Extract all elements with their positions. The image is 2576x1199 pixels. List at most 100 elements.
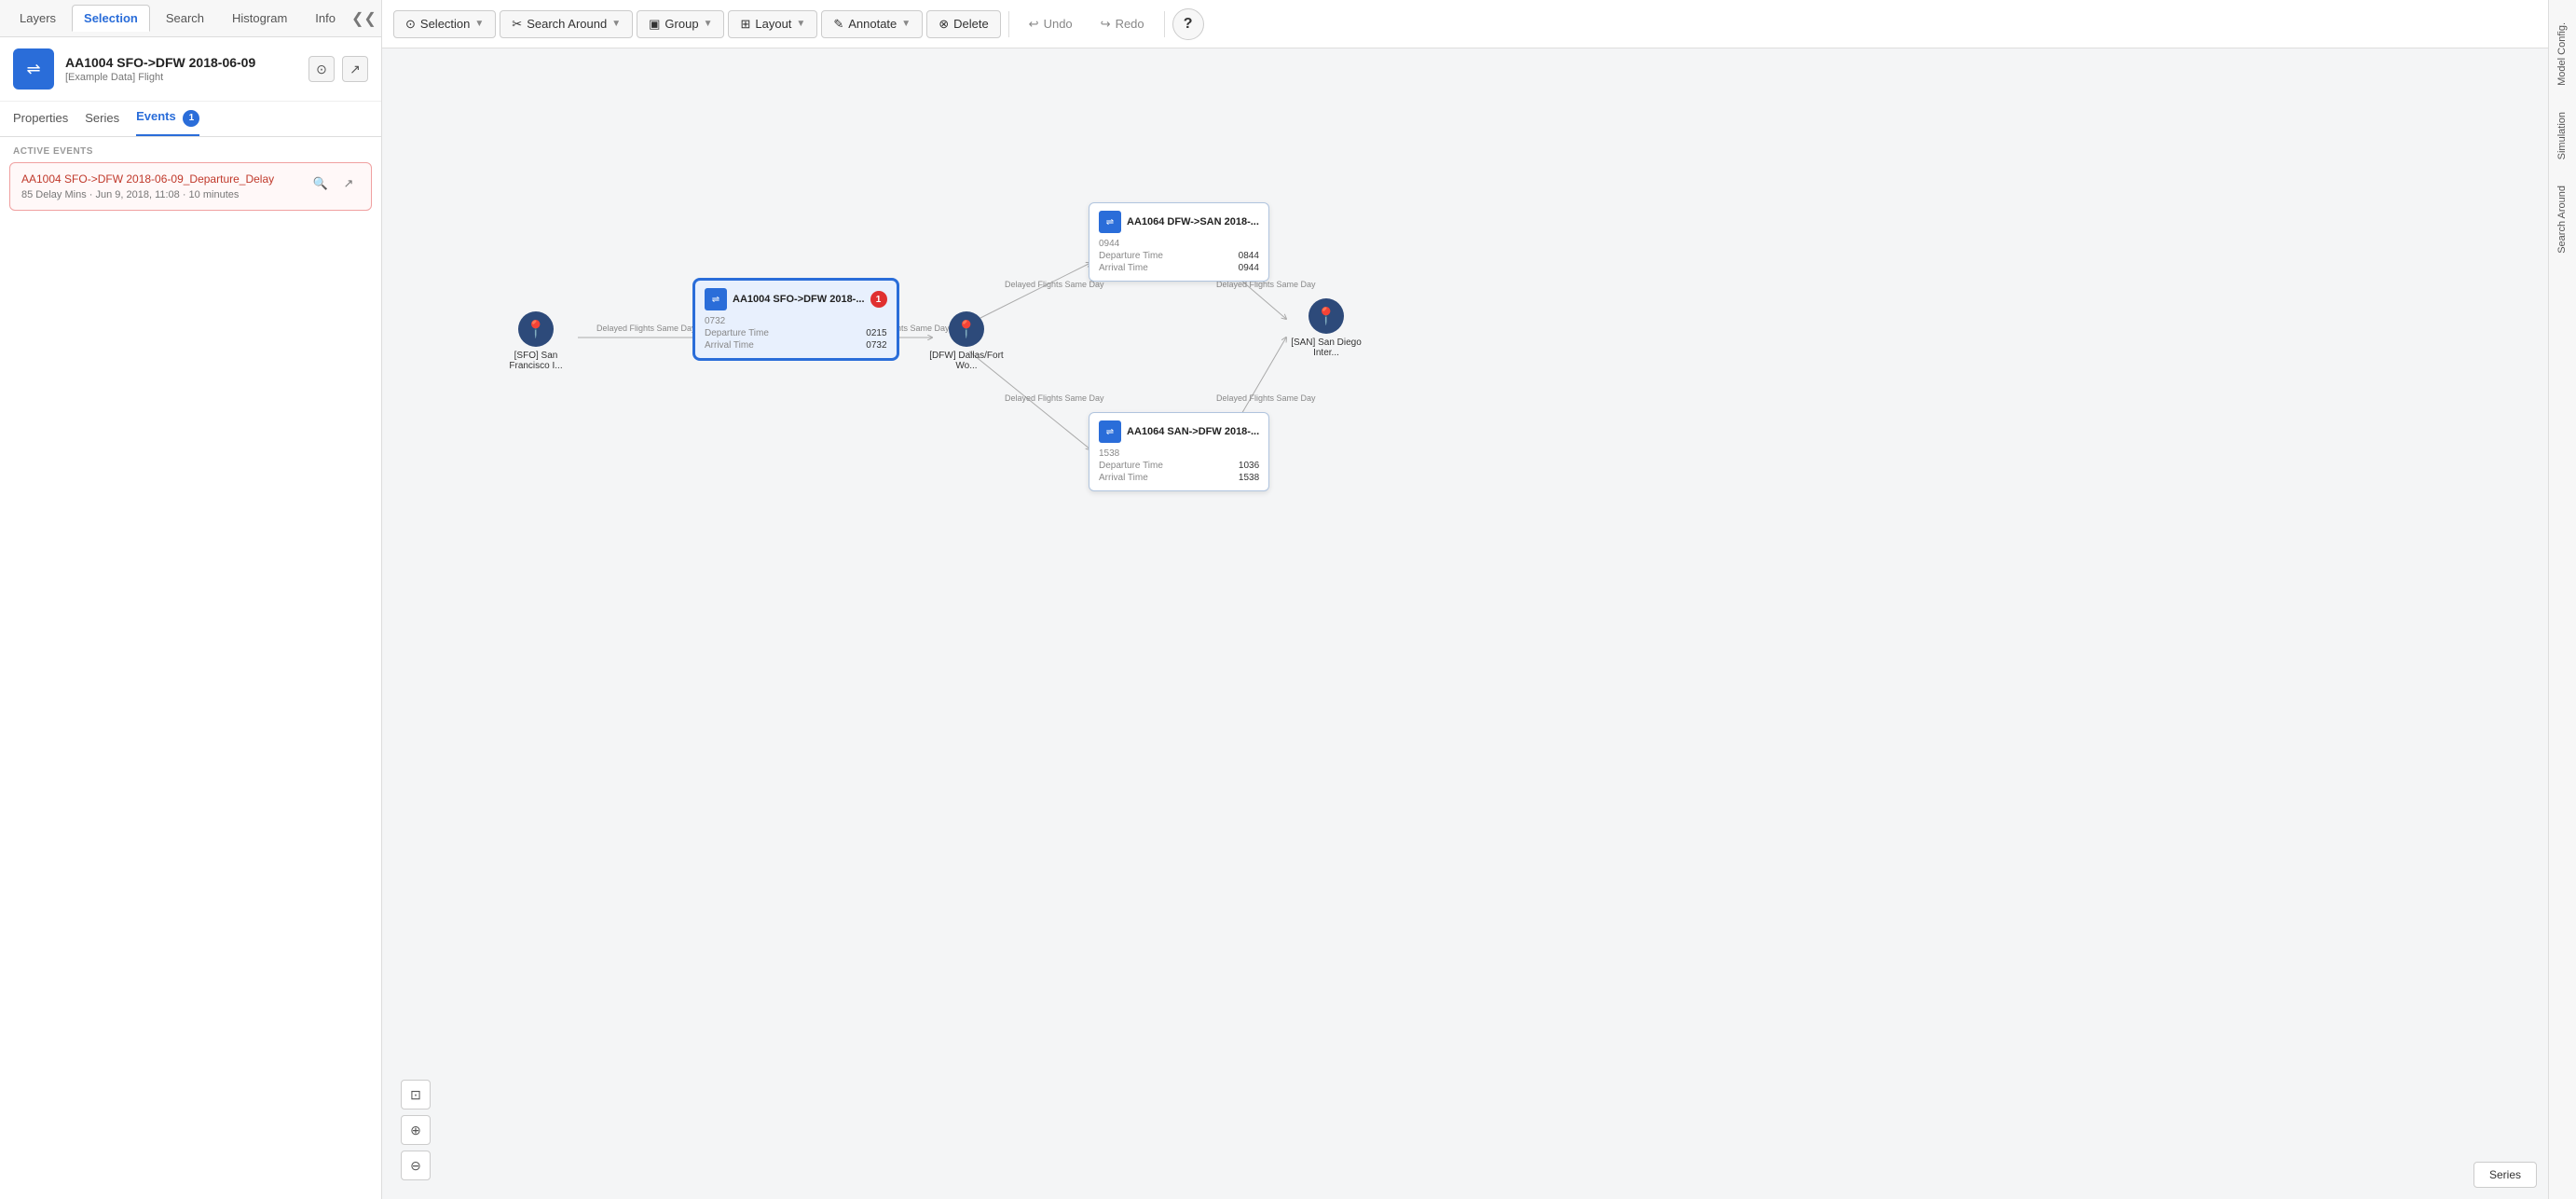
group-icon: ▣ xyxy=(649,17,660,32)
layout-icon: ⊞ xyxy=(740,17,750,32)
tab-histogram[interactable]: Histogram xyxy=(220,5,299,32)
help-button[interactable]: ? xyxy=(1172,8,1204,40)
aa1064-sandfw-node[interactable]: ⇌ AA1064 SAN->DFW 2018-... 1538 Departur… xyxy=(1089,412,1269,491)
event-meta: 85 Delay Mins · Jun 9, 2018, 11:08 · 10 … xyxy=(21,189,302,200)
aa1064-dfwsan-id: 0944 xyxy=(1099,239,1259,249)
search-around-button[interactable]: ✂ Search Around ▼ xyxy=(500,10,633,38)
aa1064-sandfw-id: 1538 xyxy=(1099,448,1259,459)
canvas[interactable]: Delayed Flights Same Day Delayed Flights… xyxy=(382,48,2548,1199)
graph-edges xyxy=(382,48,2548,1199)
events-tab[interactable]: Events 1 xyxy=(136,102,199,136)
aa1064-dfwsan-title: AA1064 DFW->SAN 2018-... xyxy=(1127,216,1259,227)
annotate-chevron: ▼ xyxy=(901,19,911,29)
aa1064-dfwsan-departure: Departure Time 0844 xyxy=(1099,251,1259,261)
nav-tabs: Layers Selection Search Histogram Info ❮… xyxy=(0,0,381,37)
toolbar: ⊙ Selection ▼ ✂ Search Around ▼ ▣ Group … xyxy=(382,0,2548,48)
events-badge: 1 xyxy=(183,110,199,127)
aa1004-departure: Departure Time 0215 xyxy=(705,328,887,338)
canvas-controls: ⊡ ⊕ ⊖ xyxy=(401,1080,431,1180)
aa1004-card: ⇌ AA1004 SFO->DFW 2018-... 1 0732 Depart… xyxy=(694,280,897,359)
node-subtitle: [Example Data] Flight xyxy=(65,72,297,83)
sfo-node[interactable]: 📍 [SFO] San Francisco I... xyxy=(494,311,578,371)
san-node[interactable]: 📍 [SAN] San Diego Inter... xyxy=(1284,298,1368,358)
san-label: [SAN] San Diego Inter... xyxy=(1284,338,1368,358)
dfw-label: [DFW] Dallas/Fort Wo... xyxy=(925,351,1008,371)
main-area: ⊙ Selection ▼ ✂ Search Around ▼ ▣ Group … xyxy=(382,0,2548,1199)
right-tab-simulation[interactable]: Simulation xyxy=(2551,99,2575,172)
redo-button[interactable]: ↪ Redo xyxy=(1089,10,1157,38)
aa1004-header: ⇌ AA1004 SFO->DFW 2018-... 1 xyxy=(705,288,887,310)
event-title: AA1004 SFO->DFW 2018-06-09_Departure_Del… xyxy=(21,172,302,186)
aa1064-dfwsan-header: ⇌ AA1064 DFW->SAN 2018-... xyxy=(1099,211,1259,233)
tab-layers[interactable]: Layers xyxy=(7,5,68,32)
fit-button[interactable]: ⊡ xyxy=(401,1080,431,1109)
layout-button[interactable]: ⊞ Layout ▼ xyxy=(728,10,817,38)
aa1064-dfwsan-card: ⇌ AA1064 DFW->SAN 2018-... 0944 Departur… xyxy=(1089,202,1269,282)
properties-tab[interactable]: Properties xyxy=(13,103,68,134)
undo-button[interactable]: ↩ Undo xyxy=(1017,10,1085,38)
left-sidebar: Layers Selection Search Histogram Info ❮… xyxy=(0,0,382,1199)
aa1064-sandfw-departure: Departure Time 1036 xyxy=(1099,461,1259,471)
delete-button[interactable]: ⊗ Delete xyxy=(926,10,1000,38)
selection-icon: ⊙ xyxy=(405,17,416,32)
export-button[interactable]: ↗ xyxy=(342,56,368,82)
dfw-icon: 📍 xyxy=(949,311,984,347)
edge-label-dfw-sandfw: Delayed Flights Same Day xyxy=(1005,393,1104,403)
group-label: Group xyxy=(665,17,698,31)
zoom-event-button[interactable]: 🔍 xyxy=(309,172,332,195)
undo-label: Undo xyxy=(1044,17,1073,31)
event-actions: 🔍 ↗ xyxy=(309,172,360,195)
search-around-label: Search Around xyxy=(527,17,607,31)
node-icon-symbol: ⇌ xyxy=(26,60,40,79)
series-tab[interactable]: Series xyxy=(85,103,119,134)
node-title: AA1004 SFO->DFW 2018-06-09 xyxy=(65,55,297,70)
layout-chevron: ▼ xyxy=(796,19,805,29)
undo-icon: ↩ xyxy=(1029,17,1039,32)
selection-button[interactable]: ⊙ Selection ▼ xyxy=(393,10,496,38)
sfo-label: [SFO] San Francisco I... xyxy=(494,351,578,371)
right-tab-model-config[interactable]: Model Config. xyxy=(2551,9,2575,99)
layout-label: Layout xyxy=(755,17,791,31)
selection-label: Selection xyxy=(420,17,470,31)
aa1064-sandfw-header: ⇌ AA1064 SAN->DFW 2018-... xyxy=(1099,420,1259,443)
locate-button[interactable]: ⊙ xyxy=(308,56,335,82)
right-tab-search-around[interactable]: Search Around xyxy=(2551,172,2575,267)
aa1064-dfwsan-arrival: Arrival Time 0944 xyxy=(1099,263,1259,273)
delete-label: Delete xyxy=(953,17,989,31)
aa1064-sandfw-title: AA1064 SAN->DFW 2018-... xyxy=(1127,426,1259,437)
edge-label-sfo-aa1004: Delayed Flights Same Day xyxy=(596,324,696,333)
aa1064-sandfw-arrival: Arrival Time 1538 xyxy=(1099,473,1259,483)
group-chevron: ▼ xyxy=(704,19,713,29)
zoom-out-button[interactable]: ⊖ xyxy=(401,1151,431,1180)
group-button[interactable]: ▣ Group ▼ xyxy=(637,10,724,38)
delete-icon: ⊗ xyxy=(939,17,949,32)
dfw-node[interactable]: 📍 [DFW] Dallas/Fort Wo... xyxy=(925,311,1008,371)
annotate-button[interactable]: ✎ Annotate ▼ xyxy=(821,10,923,38)
toolbar-divider-2 xyxy=(1164,11,1165,37)
node-actions: ⊙ ↗ xyxy=(308,56,368,82)
toolbar-divider xyxy=(1008,11,1009,37)
detail-tabs: Properties Series Events 1 xyxy=(0,102,381,137)
aa1064-sandfw-icon: ⇌ xyxy=(1099,420,1121,443)
aa1004-id: 0732 xyxy=(705,316,887,326)
tab-info[interactable]: Info xyxy=(303,5,348,32)
redo-icon: ↪ xyxy=(1101,17,1111,32)
series-button[interactable]: Series xyxy=(2473,1162,2537,1188)
event-card: AA1004 SFO->DFW 2018-06-09_Departure_Del… xyxy=(9,162,372,211)
zoom-in-button[interactable]: ⊕ xyxy=(401,1115,431,1145)
node-icon: ⇌ xyxy=(13,48,54,90)
aa1004-title: AA1004 SFO->DFW 2018-... xyxy=(733,294,865,305)
aa1004-node[interactable]: ⇌ AA1004 SFO->DFW 2018-... 1 0732 Depart… xyxy=(694,280,897,359)
collapse-button[interactable]: ❮❮ xyxy=(351,9,377,28)
tab-search[interactable]: Search xyxy=(154,5,216,32)
open-event-button[interactable]: ↗ xyxy=(337,172,360,195)
edge-label-sandfw-san: Delayed Flights Same Day xyxy=(1216,393,1316,403)
node-info: AA1004 SFO->DFW 2018-06-09 [Example Data… xyxy=(65,55,297,83)
tab-selection[interactable]: Selection xyxy=(72,5,150,32)
aa1004-badge: 1 xyxy=(870,291,887,308)
sfo-icon: 📍 xyxy=(518,311,554,347)
search-around-chevron: ▼ xyxy=(611,19,621,29)
active-events-label: ACTIVE EVENTS xyxy=(0,137,381,162)
redo-label: Redo xyxy=(1116,17,1144,31)
aa1064-dfwsan-node[interactable]: ⇌ AA1064 DFW->SAN 2018-... 0944 Departur… xyxy=(1089,202,1269,282)
